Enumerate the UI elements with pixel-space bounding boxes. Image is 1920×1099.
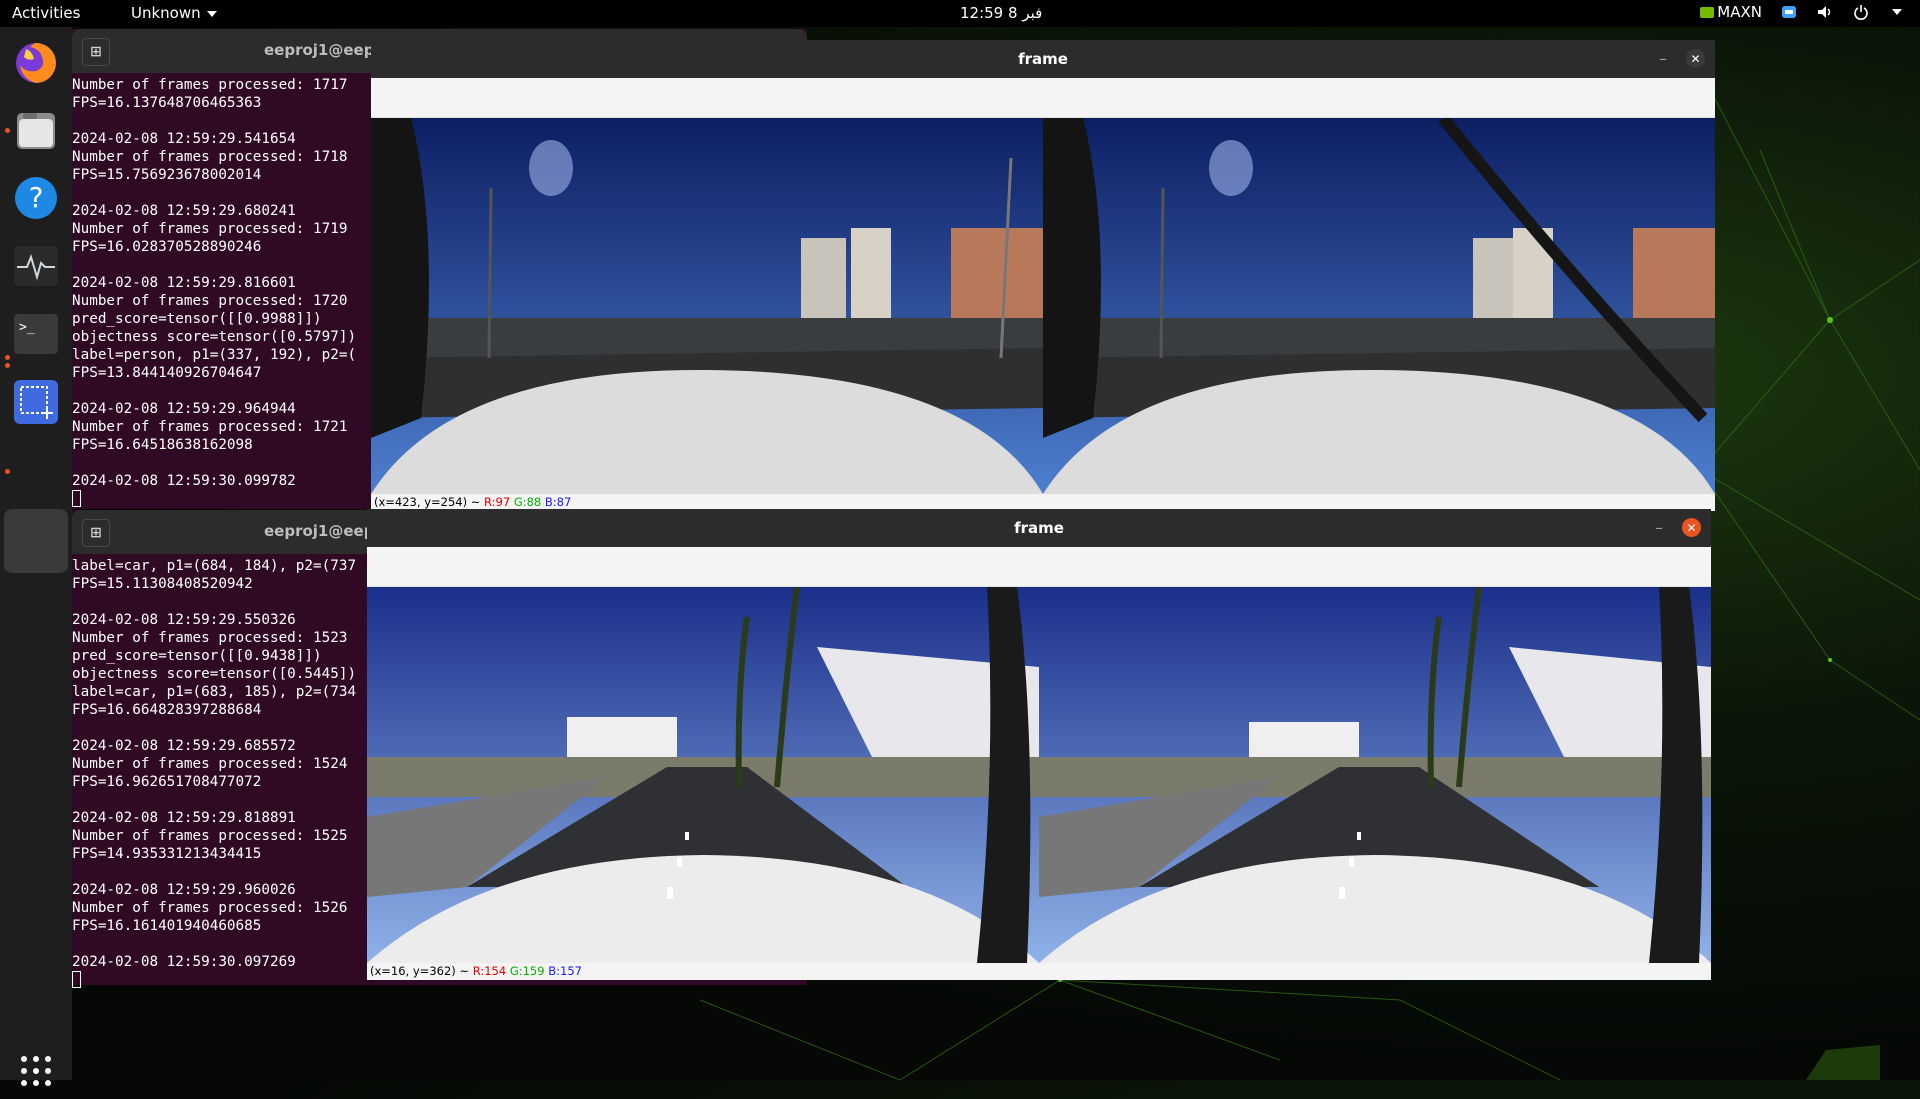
frame-toolbar — [367, 547, 1711, 587]
new-tab-icon[interactable]: ⊞ — [82, 38, 110, 66]
new-tab-icon[interactable]: ⊞ — [82, 519, 110, 547]
nvidia-icon — [1700, 6, 1715, 18]
app-menu[interactable]: Unknown — [131, 4, 217, 22]
frame-titlebar[interactable]: frame – ✕ — [371, 40, 1715, 78]
frame-titlebar[interactable]: frame – ✕ — [367, 509, 1711, 547]
svg-text:>_: >_ — [19, 320, 35, 335]
status-red: R:154 — [472, 964, 507, 978]
files-icon[interactable] — [8, 102, 64, 158]
camera-view-pair[interactable] — [371, 118, 1715, 494]
power-mode-indicator[interactable]: MAXN — [1700, 3, 1762, 21]
system-tray[interactable]: MAXN — [1700, 3, 1906, 21]
minimize-button[interactable]: – — [1659, 40, 1667, 78]
power-icon[interactable] — [1852, 3, 1870, 21]
dock: ? >_ — [0, 27, 72, 1086]
activities-button[interactable]: Activities — [12, 4, 80, 22]
close-button[interactable]: ✕ — [1686, 49, 1705, 68]
status-blue: B:157 — [548, 964, 582, 978]
status-green: G:159 — [509, 964, 545, 978]
terminal-icon[interactable]: >_ — [8, 306, 64, 362]
help-icon[interactable]: ? — [8, 170, 64, 226]
active-app-slot[interactable] — [4, 509, 68, 573]
camera-view-pair[interactable] — [367, 587, 1711, 963]
status-coords: (x=16, y=362) ~ — [370, 964, 470, 978]
frame-title: frame — [1014, 519, 1064, 537]
frame-window-bottom[interactable]: frame – ✕ (x=16, y=362) ~ R:154 G:159 B:… — [367, 509, 1711, 980]
volume-icon[interactable] — [1816, 3, 1834, 21]
network-icon[interactable] — [1780, 3, 1798, 21]
camera-image-left[interactable] — [367, 587, 1039, 963]
minimize-button[interactable]: – — [1655, 509, 1663, 547]
terminal-cursor — [72, 490, 81, 507]
camera-image-right[interactable] — [1039, 587, 1711, 963]
frame-statusbar: (x=16, y=362) ~ R:154 G:159 B:157 — [367, 963, 1711, 980]
camera-image-left[interactable] — [371, 118, 1043, 494]
power-mode-label: MAXN — [1717, 3, 1762, 21]
nvidia-logo-fragment — [1806, 1045, 1880, 1080]
firefox-icon[interactable] — [8, 35, 64, 91]
svg-text:?: ? — [29, 181, 44, 214]
running-indicator — [5, 469, 10, 474]
terminal-cursor — [72, 971, 81, 988]
chevron-down-icon — [206, 10, 217, 17]
frame-title: frame — [1018, 50, 1068, 68]
status-coords: (x=423, y=254) ~ — [374, 495, 481, 509]
frame-window-top[interactable]: frame – ✕ (x=423, y=254) ~ R:97 G:88 B:8… — [371, 40, 1715, 511]
status-red: R:97 — [484, 495, 511, 509]
app-menu-label: Unknown — [131, 4, 201, 22]
chevron-down-icon[interactable] — [1888, 3, 1906, 21]
screenshot-icon[interactable] — [8, 374, 64, 430]
status-blue: B:87 — [544, 495, 572, 509]
status-green: G:88 — [513, 495, 542, 509]
camera-image-right[interactable] — [1043, 118, 1715, 494]
running-indicator — [5, 363, 10, 368]
frame-toolbar — [371, 78, 1715, 118]
clock[interactable]: 12:59 فبر 8 — [960, 4, 1042, 22]
close-button[interactable]: ✕ — [1682, 518, 1701, 537]
system-monitor-icon[interactable] — [8, 238, 64, 294]
show-apps-icon[interactable] — [8, 1043, 64, 1099]
top-bar: Activities Unknown 12:59 فبر 8 MAXN — [0, 0, 1920, 27]
